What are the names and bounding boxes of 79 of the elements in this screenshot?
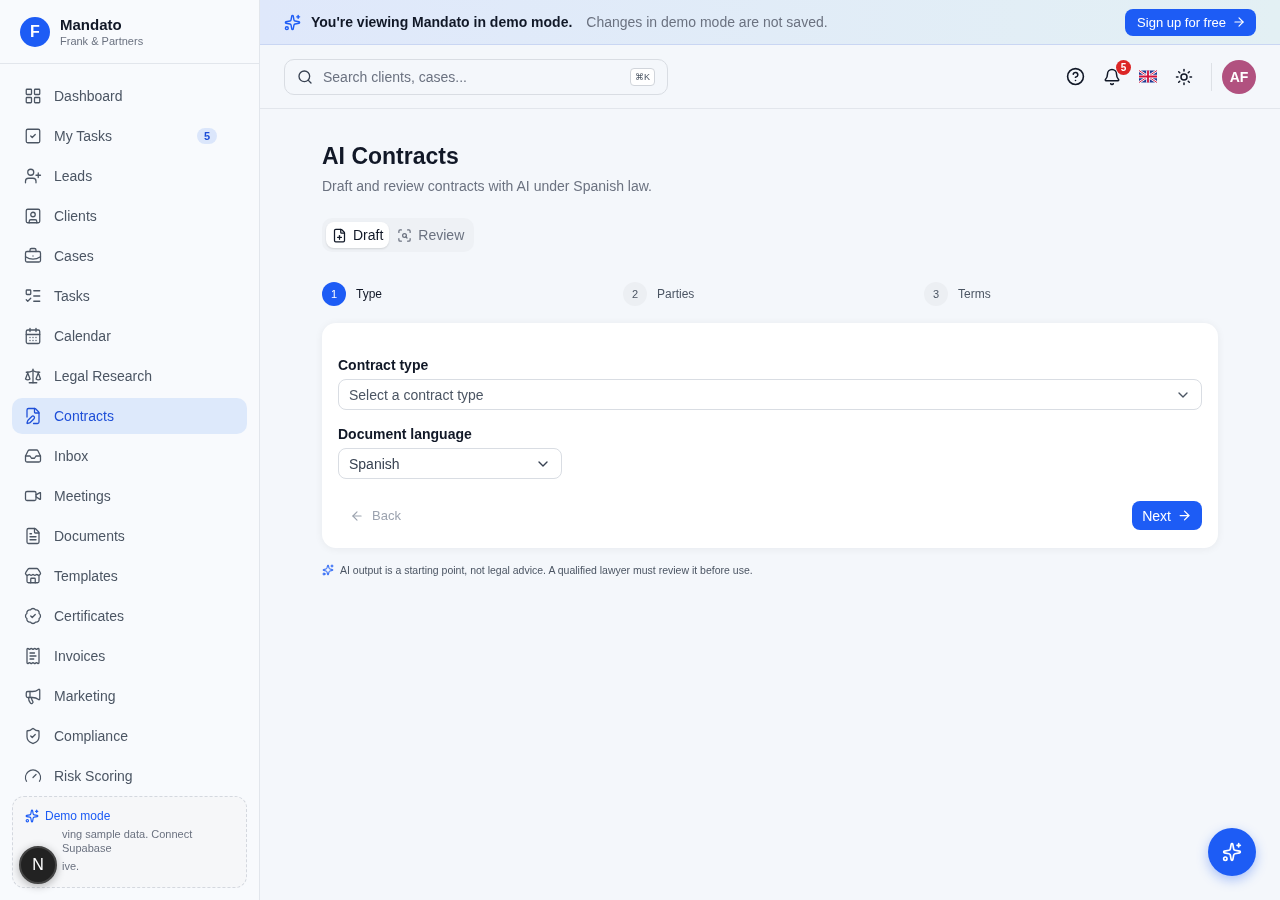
document-icon [24, 527, 42, 545]
disclaimer-text: AI output is a starting point, not legal advice. A qualified lawyer must review it before use. [340, 564, 753, 576]
grid-icon [24, 87, 42, 105]
file-plus-icon [332, 227, 347, 243]
demo-title: Demo mode [45, 809, 111, 823]
sidebar-item[interactable]: Compliance [12, 718, 247, 754]
sidebar-item[interactable]: Dashboard [12, 78, 247, 114]
step-number: 2 [623, 282, 647, 306]
sidebar-item[interactable]: Templates [12, 558, 247, 594]
megaphone-icon [24, 687, 42, 705]
store-icon [24, 567, 42, 585]
sidebar-item[interactable]: Legal Research [12, 358, 247, 394]
contract-type-select[interactable]: Select a contract type [338, 379, 1202, 410]
page-title: AI Contracts [322, 143, 460, 170]
demo-text: ive. [62, 859, 80, 873]
theme-toggle-button[interactable] [1175, 67, 1193, 86]
search-icon [297, 68, 313, 85]
help-button[interactable] [1066, 67, 1085, 86]
brand-name: Mandato [60, 16, 123, 33]
next-button[interactable]: Next [1132, 501, 1202, 530]
receipt-icon [24, 647, 42, 665]
search-input[interactable]: Search clients, cases... [321, 67, 622, 86]
sidebar-item[interactable]: Inbox [12, 438, 247, 474]
sparkles-icon [1222, 842, 1242, 862]
step-label: Parties [657, 287, 695, 301]
sidebar-item[interactable]: Documents [12, 518, 247, 554]
page-subtitle: Draft and review contracts with AI under Spanish law. [322, 178, 653, 194]
field-label: Document language [338, 426, 473, 442]
user-avatar[interactable]: AF [1222, 59, 1256, 94]
shield-check-icon [24, 727, 42, 745]
file-pen-icon [24, 407, 42, 425]
sparkles-icon [284, 13, 301, 31]
field-label: Contract type [338, 357, 430, 373]
mode-tab[interactable]: Review [391, 222, 471, 248]
sidebar-item[interactable]: Meetings [12, 478, 247, 514]
scales-icon [24, 367, 42, 385]
sign-up-button[interactable]: Sign up for free [1125, 8, 1256, 36]
sidebar-item[interactable]: Leads [12, 158, 247, 194]
sidebar-item[interactable]: Cases [12, 238, 247, 274]
notifications-button[interactable] [1103, 67, 1121, 86]
step-label: Terms [958, 287, 991, 301]
mode-tab[interactable]: Draft [326, 222, 390, 248]
checkbox-icon [24, 127, 42, 145]
sidebar-item[interactable]: Risk Scoring [12, 758, 247, 794]
gauge-icon [24, 767, 42, 785]
count-badge: 5 [196, 128, 217, 144]
inbox-icon [24, 447, 42, 465]
brand-logo: F [20, 16, 50, 47]
sidebar-item[interactable]: Marketing [12, 678, 247, 714]
language-select[interactable]: Spanish [338, 448, 562, 479]
search-field[interactable]: Search clients, cases... ⌘K [284, 58, 668, 95]
user-plus-icon [24, 167, 42, 185]
banner-text: Changes in demo mode are not saved. [586, 14, 829, 30]
shortcut-hint: ⌘K [630, 67, 655, 86]
arrow-right-icon [1177, 508, 1192, 523]
sparkles-icon [322, 564, 334, 576]
step-label: Type [356, 287, 382, 301]
sidebar-item[interactable]: Calendar [12, 318, 247, 354]
badge-check-icon [24, 607, 42, 625]
step-number: 3 [924, 282, 948, 306]
demo-text: ving sample data. Connect Supabase [62, 827, 194, 855]
sparkles-icon [25, 809, 39, 823]
flag-icon[interactable] [1139, 70, 1157, 83]
sidebar-item[interactable]: Tasks [12, 278, 247, 314]
notification-count: 5 [1116, 59, 1131, 75]
ai-assistant-button[interactable] [1208, 828, 1256, 876]
contact-card-icon [24, 207, 42, 225]
sidebar-item[interactable]: Contracts [12, 398, 247, 434]
sidebar-item[interactable]: My Tasks 5 [12, 118, 247, 154]
step-number: 1 [322, 282, 346, 306]
scan-search-icon [397, 227, 413, 243]
briefcase-icon [24, 247, 42, 265]
banner-title: You're viewing Mandato in demo mode. [311, 14, 573, 30]
calendar-icon [24, 327, 42, 345]
sidebar-item[interactable]: Certificates [12, 598, 247, 634]
sidebar-item[interactable]: Clients [12, 198, 247, 234]
organization-name: Frank & Partners [60, 35, 144, 47]
checklist-icon [24, 287, 42, 305]
sidebar-item[interactable]: Invoices [12, 638, 247, 674]
